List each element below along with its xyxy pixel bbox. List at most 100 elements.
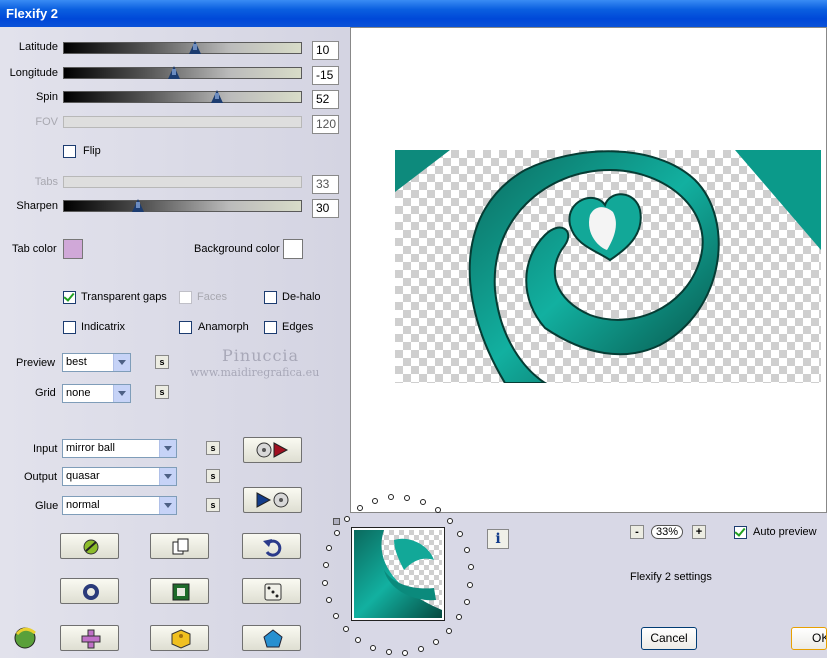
zoom-in-button[interactable]: + xyxy=(692,525,706,539)
rotation-ring-dot[interactable] xyxy=(445,627,452,634)
spin-value[interactable]: 52 xyxy=(312,90,339,109)
rotation-ring-dot[interactable] xyxy=(433,638,439,645)
spin-thumb[interactable] xyxy=(210,90,223,103)
rotation-ring-dot[interactable] xyxy=(464,547,471,554)
rotation-ring-dot[interactable] xyxy=(434,506,441,513)
input-s-button[interactable]: s xyxy=(206,441,220,455)
tab-color-swatch[interactable] xyxy=(63,239,83,259)
watermark-name: Pinuccia xyxy=(222,346,300,365)
rotation-ring-dot[interactable] xyxy=(456,614,463,621)
background-color-label: Background color xyxy=(194,243,280,255)
plus-button[interactable] xyxy=(60,625,119,651)
rotation-ring-dot[interactable] xyxy=(385,649,392,656)
auto-preview-checkbox[interactable] xyxy=(734,525,747,539)
rotation-ring-dot[interactable] xyxy=(322,562,329,569)
input-select[interactable]: mirror ball xyxy=(62,439,177,458)
plus-cross-icon xyxy=(81,629,101,649)
rotation-ring-dot[interactable] xyxy=(418,645,425,652)
latitude-slider[interactable] xyxy=(63,41,302,54)
disc-to-play-icon xyxy=(256,442,289,458)
rotation-ring-dot[interactable] xyxy=(457,531,464,538)
play-to-disc-icon xyxy=(256,492,289,508)
square-button[interactable] xyxy=(150,578,209,604)
check-mark-icon xyxy=(63,290,75,302)
rotation-ring-dot[interactable] xyxy=(332,612,339,619)
copy-button[interactable] xyxy=(150,533,209,559)
undo-button[interactable] xyxy=(242,533,301,559)
background-color-swatch[interactable] xyxy=(283,239,303,259)
glue-select[interactable]: normal xyxy=(62,496,177,515)
edges-checkbox[interactable] xyxy=(264,321,277,334)
thumbnail-handle[interactable] xyxy=(333,518,340,525)
zoom-out-button[interactable]: - xyxy=(630,525,644,539)
rotation-ring-dot[interactable] xyxy=(463,598,470,605)
rotation-ring-dot[interactable] xyxy=(333,529,340,536)
faces-checkbox xyxy=(179,291,192,304)
transparent-gaps-checkbox[interactable] xyxy=(63,290,76,304)
input-label: Input xyxy=(33,443,58,455)
random-dice-button[interactable] xyxy=(242,578,301,604)
preview-image xyxy=(395,150,821,383)
check-mark-icon xyxy=(734,525,746,537)
latitude-value[interactable]: 10 xyxy=(312,41,339,60)
flip-checkbox[interactable] xyxy=(63,145,76,158)
anamorph-checkbox[interactable] xyxy=(179,321,192,334)
rotation-ring-dot[interactable] xyxy=(467,564,474,571)
sharpen-value[interactable]: 30 xyxy=(312,199,339,218)
dice-icon xyxy=(264,583,282,601)
output-select[interactable]: quasar xyxy=(62,467,177,486)
thumbnail-flexified-image xyxy=(354,530,442,618)
pentagon-button[interactable] xyxy=(242,625,301,651)
rotation-ring-dot[interactable] xyxy=(355,637,362,644)
rotation-ring-dot[interactable] xyxy=(369,645,376,652)
rotation-ring-dot[interactable] xyxy=(402,649,409,656)
fov-value: 120 xyxy=(312,115,339,134)
latitude-thumb[interactable] xyxy=(189,41,202,54)
cancel-button[interactable]: Cancel xyxy=(641,627,697,650)
sharpen-slider[interactable] xyxy=(63,199,302,212)
info-button[interactable]: i xyxy=(487,529,509,549)
rotation-ring-dot[interactable] xyxy=(420,498,427,505)
chevron-down-icon xyxy=(159,468,176,485)
chevron-down-icon xyxy=(159,497,176,514)
thumbnail-navigator[interactable] xyxy=(351,527,445,621)
input-convert-button[interactable] xyxy=(243,437,302,463)
longitude-thumb[interactable] xyxy=(167,66,180,79)
zoom-level: 33% xyxy=(651,525,683,539)
tabs-value: 33 xyxy=(312,175,339,194)
preview-s-button[interactable]: s xyxy=(155,355,169,369)
de-halo-checkbox[interactable] xyxy=(264,291,277,304)
settings-label: Flexify 2 settings xyxy=(630,571,712,583)
spin-slider[interactable] xyxy=(63,90,302,103)
ring-icon xyxy=(83,584,99,600)
de-halo-label: De-halo xyxy=(282,291,321,303)
rotation-ring-dot[interactable] xyxy=(447,517,454,524)
rotation-ring-dot[interactable] xyxy=(404,494,411,501)
sharpen-thumb[interactable] xyxy=(132,199,145,212)
grid-s-button[interactable]: s xyxy=(155,385,169,399)
chevron-down-icon xyxy=(159,440,176,457)
flip-label: Flip xyxy=(83,145,101,157)
round-button[interactable] xyxy=(60,578,119,604)
longitude-slider[interactable] xyxy=(63,66,302,79)
undo-icon xyxy=(263,539,282,557)
latitude-label: Latitude xyxy=(18,41,58,53)
rotation-ring-dot[interactable] xyxy=(467,581,474,588)
tabs-label: Tabs xyxy=(34,176,58,188)
chevron-down-icon xyxy=(113,354,130,371)
indicatrix-checkbox[interactable] xyxy=(63,321,76,334)
rotation-ring-dot[interactable] xyxy=(325,596,332,603)
preview-quality-select[interactable]: best xyxy=(62,353,131,372)
ok-button[interactable]: OK xyxy=(791,627,827,650)
indicatrix-label: Indicatrix xyxy=(81,321,126,333)
preview-label: Preview xyxy=(16,357,56,369)
randomize-wand-button[interactable] xyxy=(60,533,119,559)
longitude-value[interactable]: -15 xyxy=(312,66,339,85)
grid-select[interactable]: none xyxy=(62,384,131,403)
rotation-ring-dot[interactable] xyxy=(371,498,378,505)
glue-value: normal xyxy=(66,499,100,511)
glue-s-button[interactable]: s xyxy=(206,498,220,512)
output-s-button[interactable]: s xyxy=(206,469,220,483)
output-convert-button[interactable] xyxy=(243,487,302,513)
cube-button[interactable] xyxy=(150,625,209,651)
